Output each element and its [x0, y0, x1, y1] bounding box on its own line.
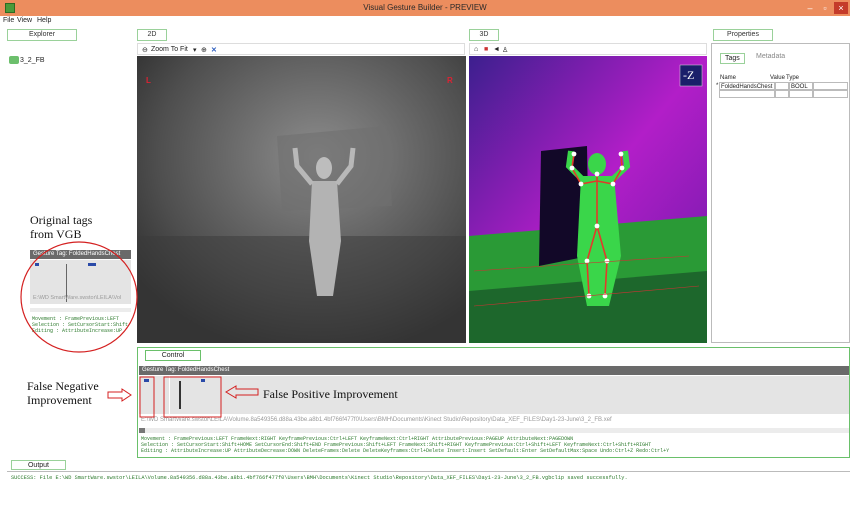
table-row[interactable]: * FoldedHandsChest BOOL	[715, 82, 848, 90]
tab-explorer[interactable]: Explorer	[7, 29, 77, 41]
title-bar: Visual Gesture Builder - PREVIEW – ▫ ×	[0, 0, 850, 16]
annotation-line: Improvement	[27, 393, 92, 407]
arrow-left-icon	[225, 385, 259, 399]
point-cloud	[469, 56, 707, 343]
output-message: SUCCESS: File E:\WD SmartWare.swstor\LEI…	[11, 475, 628, 481]
tab-control[interactable]: Control	[145, 350, 201, 361]
menu-view[interactable]: View	[17, 17, 32, 24]
annotation-line: Original tags	[30, 213, 93, 227]
zoom-in-icon[interactable]: ⊕	[201, 46, 207, 54]
menu-file[interactable]: File	[3, 17, 14, 24]
window-title: Visual Gesture Builder - PREVIEW	[363, 3, 487, 12]
tag-name-cell[interactable]: FoldedHandsChest	[719, 82, 775, 90]
tag-value-cell[interactable]	[775, 82, 789, 90]
empty-cell	[813, 82, 848, 90]
column-type: Type	[786, 75, 800, 81]
empty-cell	[813, 90, 848, 98]
original-tags-annotation: Original tags from VGB	[30, 213, 92, 241]
empty-cell	[775, 90, 789, 98]
column-value: Value	[770, 75, 785, 81]
zoom-select[interactable]: Zoom To Fit	[151, 46, 188, 53]
depth-image	[137, 56, 466, 343]
close-button[interactable]: ×	[834, 2, 848, 14]
minimize-button[interactable]: –	[803, 2, 817, 14]
annotation-line: from VGB	[30, 227, 82, 241]
false-positive-box	[163, 376, 222, 418]
output-panel: SUCCESS: File E:\WD SmartWare.swstor\LEI…	[7, 471, 850, 511]
tab-tags[interactable]: Tags	[720, 53, 745, 64]
toolbar-3d: ⌂ ■ ◄ ♙	[469, 43, 707, 55]
explorer-item[interactable]: 3_2_FB	[20, 57, 45, 64]
tag-type-cell[interactable]: BOOL	[789, 82, 813, 90]
column-name: Name	[720, 75, 737, 81]
left-marker: L	[146, 76, 151, 85]
menu-bar: File View Help	[0, 16, 850, 26]
reset-icon[interactable]: ✕	[211, 46, 217, 54]
help-editing: Editing : AttributeIncrease:UP Attribute…	[141, 448, 670, 454]
table-row[interactable]	[715, 90, 848, 98]
false-negative-annotation: False Negative Improvement	[27, 379, 99, 407]
false-positive-annotation: False Positive Improvement	[263, 387, 398, 401]
right-marker: R	[447, 76, 453, 85]
annotation-circle	[20, 241, 138, 353]
figure-icon[interactable]: ♙	[502, 46, 508, 54]
tab-3d[interactable]: 3D	[469, 29, 499, 41]
tab-metadata[interactable]: Metadata	[756, 53, 785, 60]
dropdown-icon[interactable]: ▾	[193, 46, 197, 54]
menu-help[interactable]: Help	[37, 17, 51, 24]
properties-panel: Tags Metadata Name Value Type * FoldedHa…	[711, 43, 850, 343]
arrow-right-icon	[107, 388, 132, 402]
annotation-line: False Negative	[27, 379, 99, 393]
toolbar-2d: ⊖ Zoom To Fit ▾ ⊕ ✕	[137, 43, 465, 55]
zoom-out-icon[interactable]: ⊖	[142, 46, 148, 54]
tab-properties[interactable]: Properties	[713, 29, 773, 41]
home-view-icon[interactable]: ⌂	[474, 46, 478, 53]
table-header: Name Value Type	[715, 74, 848, 82]
view-2d-canvas[interactable]: L R	[137, 56, 466, 343]
speaker-icon[interactable]: ◄	[493, 46, 500, 53]
empty-cell	[789, 90, 813, 98]
tab-2d[interactable]: 2D	[137, 29, 167, 41]
camera-icon[interactable]: ■	[484, 46, 488, 53]
restore-button[interactable]: ▫	[818, 2, 832, 14]
empty-cell	[719, 90, 775, 98]
tab-output[interactable]: Output	[11, 460, 66, 470]
view-3d-canvas[interactable]: -Z	[469, 56, 707, 343]
false-negative-box	[139, 376, 155, 418]
tags-table: Name Value Type * FoldedHandsChest BOOL	[715, 74, 848, 98]
clip-file-icon	[9, 56, 19, 64]
axis-label: -Z	[683, 68, 695, 82]
